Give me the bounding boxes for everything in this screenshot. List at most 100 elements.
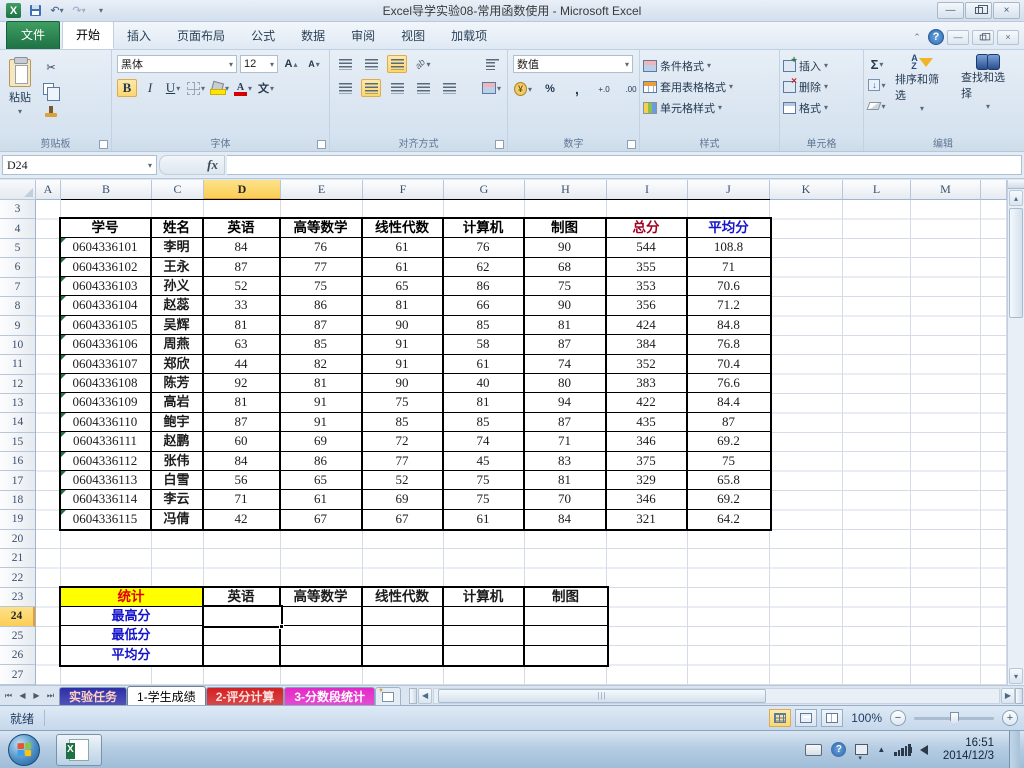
cell-C5[interactable]: 李明 — [151, 238, 204, 258]
cell-J5[interactable]: 108.8 — [687, 238, 770, 258]
vertical-scroll-thumb[interactable] — [1009, 208, 1023, 318]
format-as-table-button[interactable]: 套用表格格式 ▾ — [643, 78, 776, 95]
cell-J12[interactable]: 76.6 — [687, 374, 770, 394]
cell-F26[interactable] — [362, 645, 444, 666]
cell-G25[interactable] — [443, 626, 525, 646]
cell-B14[interactable]: 0604336110 — [60, 412, 152, 433]
cell-E4[interactable]: 高等数学 — [280, 218, 363, 239]
tab-插入[interactable]: 插入 — [114, 23, 164, 49]
cells-area[interactable]: 学号 姓名 英语 高等数学 线性代数 计算机 制图 总分 平均分 0604336101 李明 84 76… — [36, 200, 1007, 685]
selected-cell-D24[interactable] — [201, 605, 284, 630]
sort-filter-button[interactable]: AZ 排序和筛选 ▾ — [891, 53, 953, 115]
column-header-C[interactable]: C — [152, 180, 204, 200]
zoom-slider[interactable] — [914, 711, 994, 725]
cell-J10[interactable]: 76.8 — [687, 335, 770, 355]
clear-button[interactable]: ▾ — [867, 97, 887, 115]
tab-审阅[interactable]: 审阅 — [338, 23, 388, 49]
tray-help-icon[interactable]: ? — [831, 742, 847, 757]
minimize-button[interactable]: — — [937, 2, 964, 19]
column-header-E[interactable]: E — [281, 180, 363, 200]
cell-C6[interactable]: 王永 — [151, 257, 204, 278]
cell-E10[interactable]: 85 — [280, 335, 363, 355]
cell-J9[interactable]: 84.8 — [687, 315, 770, 336]
cell-D10[interactable]: 63 — [203, 335, 281, 355]
column-header-B[interactable]: B — [61, 180, 152, 200]
cell-B4[interactable]: 学号 — [60, 218, 152, 239]
cell-I15[interactable]: 346 — [606, 432, 688, 452]
tab-数据[interactable]: 数据 — [288, 23, 338, 49]
horizontal-scroll-thumb[interactable]: ||| — [438, 688, 766, 703]
row-header-25[interactable]: 25 — [0, 627, 35, 646]
close-button[interactable]: × — [993, 2, 1020, 19]
phonetic-button[interactable]: 文 ▾ — [256, 79, 276, 97]
scroll-up-button[interactable]: ▴ — [1009, 190, 1023, 206]
cell-E13[interactable]: 91 — [280, 393, 363, 413]
input-method-icon[interactable] — [805, 743, 823, 756]
wrap-text-button[interactable] — [482, 55, 502, 73]
cell-F15[interactable]: 72 — [362, 432, 444, 452]
insert-function-icon[interactable]: fx — [207, 157, 218, 173]
cell-D12[interactable]: 92 — [203, 374, 281, 394]
cell-F25[interactable] — [362, 626, 444, 646]
row-header-8[interactable]: 8 — [0, 297, 35, 317]
cell-G26[interactable] — [443, 645, 525, 666]
cut-button[interactable]: ✂ — [41, 58, 61, 76]
cell-E9[interactable]: 87 — [280, 315, 363, 336]
cell-G15[interactable]: 74 — [443, 432, 525, 452]
cell-E18[interactable]: 61 — [280, 490, 363, 510]
cell-C8[interactable]: 赵蕊 — [151, 296, 204, 316]
cell-G8[interactable]: 66 — [443, 296, 525, 316]
cell-J16[interactable]: 75 — [687, 451, 770, 471]
cell-H8[interactable]: 90 — [524, 296, 607, 316]
cell-B8[interactable]: 0604336104 — [60, 296, 152, 316]
cell-G12[interactable]: 40 — [443, 374, 525, 394]
cell-F19[interactable]: 67 — [362, 509, 444, 530]
row-header-21[interactable]: 21 — [0, 549, 35, 569]
redo-button[interactable]: ↷ ▾ — [70, 3, 88, 19]
font-size-combo[interactable]: 12 ▾ — [240, 55, 278, 73]
row-header-6[interactable]: 6 — [0, 258, 35, 278]
cell-F24[interactable] — [362, 606, 444, 627]
workbook-restore-button[interactable] — [972, 29, 994, 45]
cell-H9[interactable]: 81 — [524, 315, 607, 336]
column-header-A[interactable]: A — [36, 180, 61, 200]
workbook-minimize-button[interactable]: — — [947, 29, 969, 45]
cell-B16[interactable]: 0604336112 — [60, 451, 152, 471]
row-header-17[interactable]: 17 — [0, 471, 35, 491]
cell-G17[interactable]: 75 — [443, 470, 525, 491]
row-header-20[interactable]: 20 — [0, 530, 35, 550]
cell-D25[interactable] — [203, 626, 281, 646]
column-header-J[interactable]: J — [688, 180, 770, 200]
cell-B13[interactable]: 0604336109 — [60, 393, 152, 413]
cell-B17[interactable]: 0604336113 — [60, 470, 152, 491]
align-center-button[interactable] — [361, 79, 381, 97]
align-left-button[interactable] — [335, 79, 355, 97]
cell-G24[interactable] — [443, 606, 525, 627]
cell-G13[interactable]: 81 — [443, 393, 525, 413]
cell-D11[interactable]: 44 — [203, 354, 281, 375]
excel-app-icon[interactable]: X — [6, 3, 21, 18]
row-header-5[interactable]: 5 — [0, 239, 35, 259]
row-header-4[interactable]: 4 — [0, 219, 35, 239]
name-box[interactable]: D24 ▾ — [2, 155, 157, 175]
cell-F18[interactable]: 69 — [362, 490, 444, 510]
fill-color-button[interactable]: ▾ — [209, 79, 230, 97]
scroll-left-button[interactable]: ◀ — [418, 687, 433, 704]
cell-C7[interactable]: 孙义 — [151, 277, 204, 297]
cell-I14[interactable]: 435 — [606, 412, 688, 433]
conditional-formatting-button[interactable]: 条件格式 ▾ — [643, 57, 776, 74]
cell-G7[interactable]: 86 — [443, 277, 525, 297]
cell-J15[interactable]: 69.2 — [687, 432, 770, 452]
sheet-tab-3[interactable]: 2-评分计算 — [205, 687, 285, 705]
shrink-font-button[interactable]: A ▾ — [304, 55, 324, 73]
cell-I7[interactable]: 353 — [606, 277, 688, 297]
cell-J19[interactable]: 64.2 — [687, 509, 770, 530]
cell-D23[interactable]: 英语 — [203, 587, 281, 607]
tab-加载项[interactable]: 加载项 — [438, 23, 500, 49]
cell-H24[interactable] — [524, 606, 607, 627]
row-header-3[interactable]: 3 — [0, 200, 35, 220]
cell-C12[interactable]: 陈芳 — [151, 374, 204, 394]
cell-B23[interactable]: 统计 — [60, 587, 204, 607]
cell-D9[interactable]: 81 — [203, 315, 281, 336]
row-header-13[interactable]: 13 — [0, 394, 35, 414]
